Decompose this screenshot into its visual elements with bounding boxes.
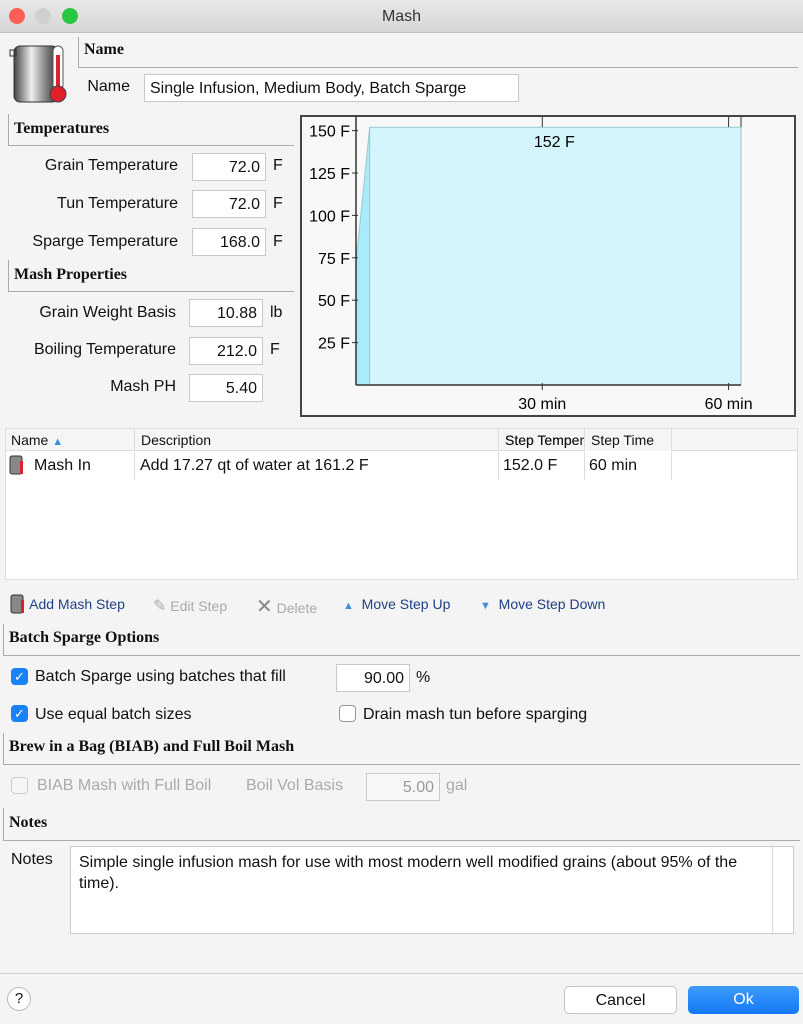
unit-label: F (273, 195, 283, 212)
batch-sparge-label: Batch Sparge using batches that fill (35, 668, 286, 685)
grain-weight-label: Grain Weight Basis (39, 304, 176, 321)
button-label: Move Step Up (361, 596, 451, 612)
mash-step-icon (9, 455, 23, 475)
window-title: Mash (381, 8, 422, 25)
zoom-button[interactable] (62, 8, 78, 24)
x-tick-label: 30 min (518, 396, 566, 413)
column-header-step-temperature[interactable]: Step Tempe Step Temperature (498, 429, 584, 451)
y-tick-label: 50 F (318, 293, 350, 310)
mash-profile-chart: 25 F 50 F 75 F 100 F 125 F 150 F 30 min 60 min 1… (300, 115, 796, 417)
unit-label: % (416, 669, 431, 686)
y-tick-label: 25 F (318, 336, 350, 353)
equal-batch-checkbox[interactable]: ✓ (11, 705, 28, 722)
move-step-down-button[interactable]: ▼ Move Step Down (480, 596, 605, 612)
section-title: Batch Sparge Options (9, 629, 160, 646)
divider (0, 973, 803, 974)
cell-description: Add 17.27 qt of water at 161.2 F (134, 452, 369, 480)
batch-fill-input[interactable]: 90.00 (336, 664, 410, 692)
unit-label: F (273, 157, 283, 174)
mash-ph-label: Mash PH (110, 378, 176, 395)
help-button[interactable]: ? (7, 987, 31, 1011)
tun-temperature-input[interactable]: 72.0 (192, 190, 266, 218)
delete-button[interactable]: ✕ Delete (256, 594, 317, 619)
mash-steps-table: Name ▲ Description Step Tempe Step Tempe… (5, 428, 798, 580)
step-area (369, 126, 742, 386)
cell-name: Mash In (34, 457, 91, 474)
equal-batch-label: Use equal batch sizes (35, 706, 192, 723)
minimize-button[interactable] (35, 8, 51, 24)
unit-label: F (273, 233, 283, 250)
edit-step-button[interactable]: ✎ Edit Step (153, 596, 227, 616)
boiling-temperature-input[interactable]: 212.0 (189, 337, 263, 365)
tun-temperature-label: Tun Temperature (57, 195, 178, 212)
button-label: Move Step Down (498, 596, 606, 612)
temperatures-section-header: Temperatures (8, 114, 294, 146)
notes-label: Notes (11, 851, 53, 868)
cancel-button[interactable]: Cancel (564, 986, 677, 1014)
grain-temperature-input[interactable]: 72.0 (192, 153, 266, 181)
unit-label: F (270, 341, 280, 358)
ok-button[interactable]: Ok (688, 986, 799, 1014)
boil-vol-label: Boil Vol Basis (246, 777, 343, 794)
title-bar: Mash (0, 0, 803, 33)
section-title: Temperatures (14, 120, 110, 137)
name-label: Name (87, 78, 130, 95)
section-title: Mash Properties (14, 266, 128, 283)
cell-step-temperature: 152.0 F (498, 452, 557, 480)
table-row[interactable]: Mash In Add 17.27 qt of water at 161.2 F… (6, 452, 797, 480)
section-title: Brew in a Bag (BIAB) and Full Boil Mash (9, 738, 295, 755)
button-label: Delete (276, 600, 318, 616)
y-tick-label: 75 F (318, 251, 350, 268)
y-tick-label: 100 F (309, 208, 350, 225)
biab-label: BIAB Mash with Full Boil (37, 777, 212, 794)
table-header: Name ▲ Description Step Tempe Step Tempe… (6, 429, 797, 451)
column-header-step-time[interactable]: Step Time (584, 429, 672, 451)
x-tick-label: 60 min (705, 396, 753, 413)
button-label: Edit Step (170, 598, 228, 614)
biab-section-header: Brew in a Bag (BIAB) and Full Boil Mash (3, 733, 800, 765)
delete-x-icon: ✕ (256, 596, 273, 618)
mash-pot-icon (9, 45, 67, 103)
mash-ph-input[interactable]: 5.40 (189, 374, 263, 402)
step-temperature-annotation: 152 F (534, 134, 575, 151)
cell-step-time: 60 min (584, 452, 672, 480)
sparge-temperature-input[interactable]: 168.0 (192, 228, 266, 256)
biab-checkbox[interactable] (11, 777, 28, 794)
grain-weight-input[interactable]: 10.88 (189, 299, 263, 327)
drain-mash-tun-label: Drain mash tun before sparging (363, 706, 588, 723)
edit-icon: ✎ (153, 598, 167, 615)
boil-vol-input[interactable]: 5.00 (366, 773, 440, 801)
up-arrow-icon: ▲ (343, 600, 354, 612)
section-title: Name (84, 41, 124, 58)
grain-temperature-label: Grain Temperature (44, 157, 178, 174)
down-arrow-icon: ▼ (480, 600, 491, 612)
sparge-temperature-label: Sparge Temperature (32, 233, 178, 250)
unit-label: lb (270, 304, 283, 321)
column-header-name[interactable]: Name ▲ (11, 432, 63, 448)
y-tick-label: 150 F (309, 124, 350, 141)
drain-mash-tun-checkbox[interactable] (339, 705, 356, 722)
unit-label: gal (446, 777, 468, 794)
batch-sparge-checkbox[interactable]: ✓ (11, 668, 28, 685)
column-header-description[interactable]: Description (134, 429, 498, 451)
section-title: Notes (9, 814, 48, 831)
add-mash-step-button[interactable]: Add Mash Step (10, 594, 125, 614)
button-label: Add Mash Step (29, 596, 125, 612)
column-label: Step Temperature (505, 432, 584, 448)
notes-textarea[interactable]: Simple single infusion mash for use with… (70, 846, 794, 934)
notes-scrollbar[interactable] (772, 847, 773, 933)
notes-section-header: Notes (3, 808, 800, 841)
y-tick-label: 125 F (309, 166, 350, 183)
mash-step-icon (10, 594, 24, 614)
column-label: Name (11, 432, 49, 448)
close-button[interactable] (9, 8, 25, 24)
name-input[interactable]: Single Infusion, Medium Body, Batch Spar… (144, 74, 519, 102)
mash-properties-section-header: Mash Properties (8, 260, 294, 292)
move-step-up-button[interactable]: ▲ Move Step Up (343, 596, 450, 612)
batch-sparge-section-header: Batch Sparge Options (3, 624, 800, 656)
boiling-temperature-label: Boiling Temperature (33, 341, 176, 358)
ramp-area (355, 127, 371, 386)
sort-ascending-icon: ▲ (52, 436, 64, 448)
name-section-header: Name (78, 37, 798, 68)
